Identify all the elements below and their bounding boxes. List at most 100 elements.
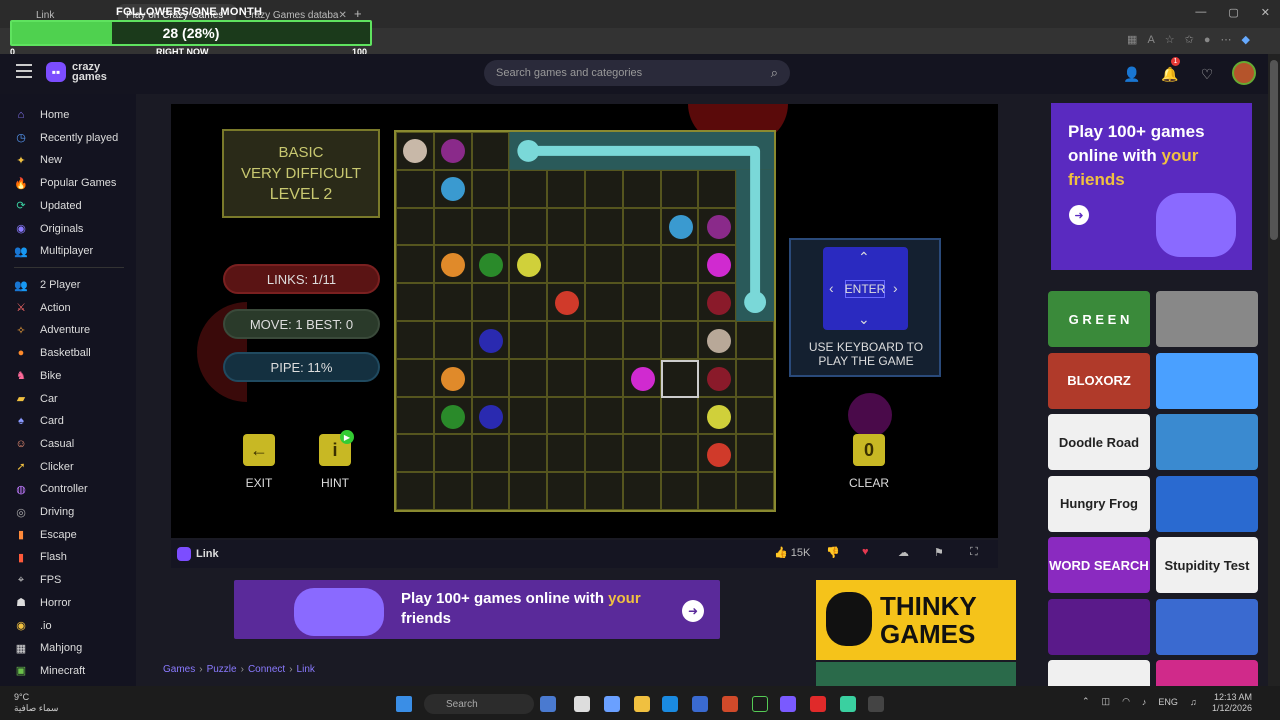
sidebar-item-basketball[interactable]: ● Basketball xyxy=(14,342,91,364)
file-icon[interactable] xyxy=(574,696,590,712)
kick-icon[interactable] xyxy=(752,696,768,712)
report-icon[interactable]: ⚑ xyxy=(934,546,944,559)
color-dot[interactable] xyxy=(517,253,541,277)
sidebar-item-adventure[interactable]: ✧ Adventure xyxy=(14,319,90,341)
sidebar-item-recently-played[interactable]: ◷ Recently played xyxy=(14,127,118,149)
color-dot[interactable] xyxy=(707,443,731,467)
sidebar-item-popular-games[interactable]: 🔥 Popular Games xyxy=(14,172,116,194)
wifi-icon[interactable]: ◠ xyxy=(1122,696,1130,707)
favorite-star-icon[interactable]: ☆ xyxy=(1165,33,1175,46)
color-dot[interactable] xyxy=(707,215,731,239)
sidebar-item-action[interactable]: ⚔ Action xyxy=(14,297,71,319)
breadcrumb-link[interactable]: Connect xyxy=(248,664,285,675)
game-thumbnail[interactable]: WORD SEARCH xyxy=(1048,537,1150,593)
arrow-right-icon[interactable]: ➜ xyxy=(1069,205,1089,225)
color-dot[interactable] xyxy=(707,329,731,353)
breadcrumb-link[interactable]: Link xyxy=(297,664,315,675)
mic-icon[interactable]: ♪ xyxy=(1142,697,1147,707)
menu-icon[interactable] xyxy=(16,64,32,78)
read-aloud-icon[interactable]: A xyxy=(1147,34,1154,46)
game-thumbnail[interactable]: Hungry Frog xyxy=(1048,475,1150,532)
breadcrumb-link[interactable]: Puzzle xyxy=(207,664,237,675)
sidebar-item-new[interactable]: ✦ New xyxy=(14,149,62,171)
weather-widget[interactable]: 9°C سماء صافية xyxy=(14,692,58,714)
favorite-heart-icon[interactable]: ♥ xyxy=(862,546,869,558)
game-thumbnail[interactable] xyxy=(1156,598,1258,655)
color-dot[interactable] xyxy=(441,253,465,277)
sidebar-item-2-player[interactable]: 👥 2 Player xyxy=(14,274,80,296)
new-tab-button[interactable]: + xyxy=(354,6,362,21)
sidebar-item-updated[interactable]: ⟳ Updated xyxy=(14,195,81,217)
avatar[interactable] xyxy=(1232,61,1256,85)
color-dot[interactable] xyxy=(707,367,731,391)
crazygames-logo[interactable]: ▪▪ crazy games xyxy=(46,62,118,83)
color-dot[interactable] xyxy=(403,139,427,163)
game-thumbnail[interactable] xyxy=(1048,598,1150,655)
chrome-icon[interactable] xyxy=(722,696,738,712)
sidebar-item-controller[interactable]: ◍ Controller xyxy=(14,478,88,500)
favorites-icon[interactable]: ✩ xyxy=(1185,33,1194,46)
sidebar-item-home[interactable]: ⌂ Home xyxy=(14,104,70,126)
color-dot[interactable] xyxy=(441,139,465,163)
youtube-icon[interactable] xyxy=(810,696,826,712)
bell-icon[interactable]: 🔔 xyxy=(1160,64,1180,84)
store-icon[interactable] xyxy=(692,696,708,712)
copilot-icon[interactable]: ◆ xyxy=(1242,33,1250,46)
sidebar-item-multiplayer[interactable]: 👥 Multiplayer xyxy=(14,240,93,262)
sidebar-item-escape[interactable]: ▮ Escape xyxy=(14,524,77,546)
sidebar-item-originals[interactable]: ◉ Originals xyxy=(14,218,83,240)
color-dot[interactable] xyxy=(441,405,465,429)
game-thumbnail[interactable]: G R E E N xyxy=(1048,291,1150,347)
thumbs-down-icon[interactable]: 👎 xyxy=(826,546,840,559)
color-dot[interactable] xyxy=(707,253,731,277)
sidebar-item-minecraft[interactable]: ▣ Minecraft xyxy=(14,660,85,682)
color-dot[interactable] xyxy=(707,291,731,315)
obs-icon[interactable] xyxy=(868,696,884,712)
sidebar-item-mahjong[interactable]: ▦ Mahjong xyxy=(14,637,82,659)
fullscreen-icon[interactable]: ⛶ xyxy=(970,546,978,559)
clear-button[interactable]: 0 xyxy=(853,434,885,466)
arrow-right-icon[interactable]: ➜ xyxy=(682,600,704,622)
close-tab-icon[interactable]: ✕ xyxy=(339,10,347,21)
sidebar-item-fps[interactable]: ⌖ FPS xyxy=(14,569,62,591)
friends-icon[interactable]: 👤 xyxy=(1122,64,1142,84)
color-dot[interactable] xyxy=(479,253,503,277)
game-thumbnail[interactable] xyxy=(1156,352,1258,409)
sidebar-item-io[interactable]: ◉ .io xyxy=(14,615,51,637)
color-dot[interactable] xyxy=(669,215,693,239)
color-dot[interactable] xyxy=(555,291,579,315)
breadcrumb-link[interactable]: Games xyxy=(163,664,195,675)
color-dot[interactable] xyxy=(479,405,503,429)
widgets-icon[interactable] xyxy=(540,696,556,712)
exit-button[interactable]: ← xyxy=(243,434,275,466)
game-thumbnail[interactable]: Doodle Road xyxy=(1048,414,1150,470)
color-dot[interactable] xyxy=(441,367,465,391)
cloud-icon[interactable]: ☁ xyxy=(898,546,909,559)
profile-icon[interactable]: ● xyxy=(1204,34,1211,46)
taskbar-search[interactable]: Search xyxy=(424,694,534,714)
like-button[interactable]: 👍 15K xyxy=(774,546,810,559)
sidebar-item-bike[interactable]: ♞ Bike xyxy=(14,365,61,387)
search-input[interactable]: Search games and categories ⌕ xyxy=(484,60,790,86)
copilot-icon[interactable] xyxy=(604,696,620,712)
language-indicator[interactable]: ENG xyxy=(1158,697,1178,707)
sidebar-item-flash[interactable]: ▮ Flash xyxy=(14,546,67,568)
sidebar-item-casual[interactable]: ☺ Casual xyxy=(14,433,74,455)
chevron-up-icon[interactable]: ⌃ xyxy=(1082,696,1090,707)
scrollbar-thumb[interactable] xyxy=(1270,60,1278,240)
more-icon[interactable]: ⋯ xyxy=(1221,33,1232,46)
color-dot[interactable] xyxy=(441,177,465,201)
volume-icon[interactable]: ♫ xyxy=(1190,697,1197,707)
game-thumbnail[interactable] xyxy=(1156,475,1258,532)
game-thumbnail[interactable]: Stupidity Test xyxy=(1156,537,1258,593)
game-thumbnail[interactable] xyxy=(1156,414,1258,470)
taskbar-clock[interactable]: 12:13 AM 1/12/2026 xyxy=(1212,692,1252,714)
color-dot[interactable] xyxy=(631,367,655,391)
minimize-icon[interactable]: — xyxy=(1195,6,1206,19)
app-icon[interactable] xyxy=(840,696,856,712)
windows-start-icon[interactable] xyxy=(396,696,412,712)
sidebar-item-driving[interactable]: ◎ Driving xyxy=(14,501,74,523)
edge-icon[interactable] xyxy=(662,696,678,712)
folder-icon[interactable] xyxy=(634,696,650,712)
color-dot[interactable] xyxy=(707,405,731,429)
